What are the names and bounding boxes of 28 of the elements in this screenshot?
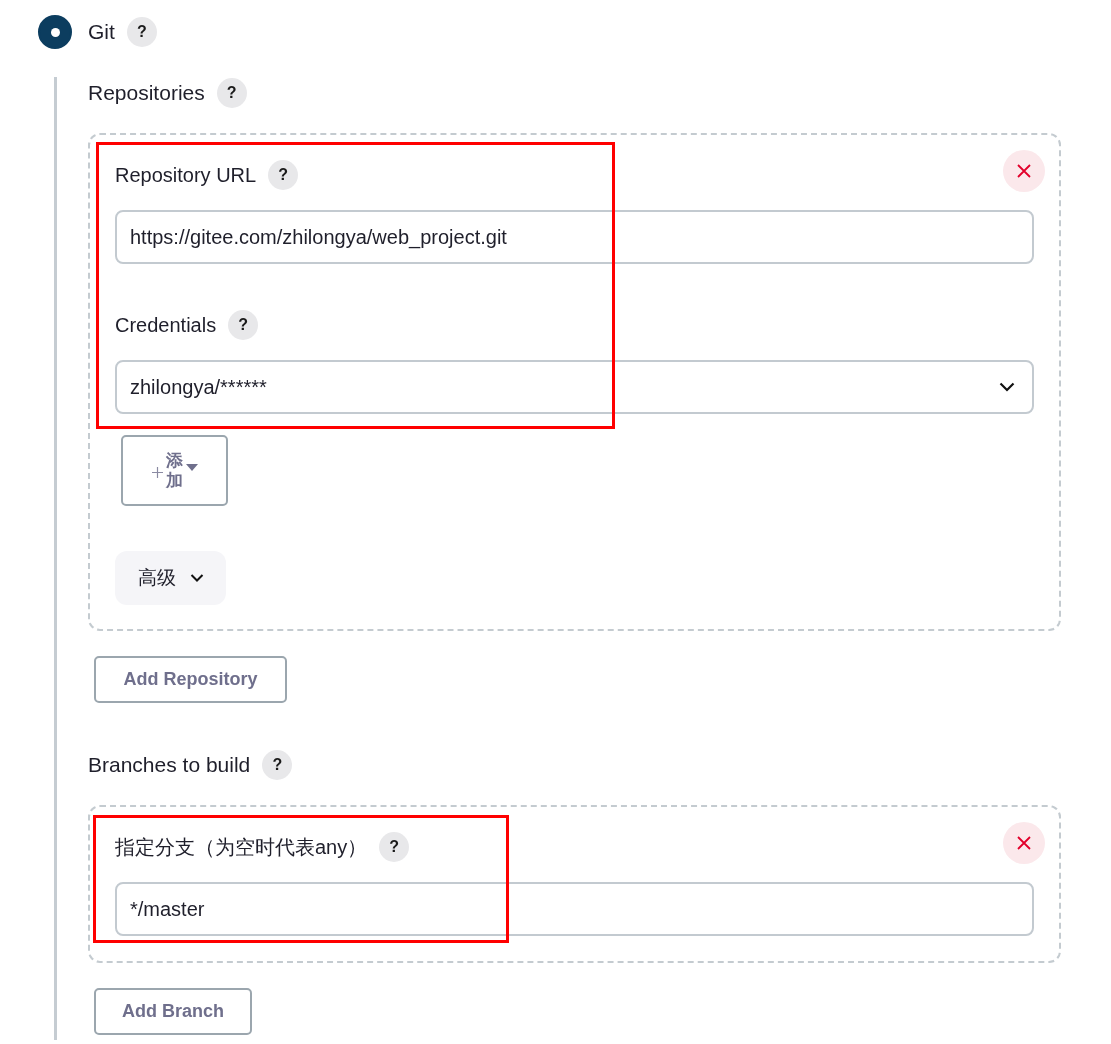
- remove-button[interactable]: [1003, 822, 1045, 864]
- caret-down-icon: [185, 464, 198, 471]
- add-credentials-button[interactable]: 添加: [121, 435, 228, 506]
- section-label: Branches to build: [88, 753, 251, 777]
- help-button[interactable]: ?: [268, 160, 299, 190]
- help-button[interactable]: ?: [228, 310, 259, 340]
- field-label: Credentials: [115, 313, 217, 337]
- advanced-button[interactable]: 高级: [115, 551, 226, 605]
- help-button[interactable]: ?: [126, 17, 157, 47]
- help-button[interactable]: ?: [216, 78, 247, 108]
- add-branch-button[interactable]: Add Branch: [94, 988, 252, 1035]
- radio-button[interactable]: [38, 15, 72, 49]
- field-label: Repository URL: [115, 163, 257, 187]
- field-label: 指定分支（为空时代表any）: [115, 834, 368, 860]
- section-label: Repositories: [88, 81, 205, 105]
- chevron-down-icon: [999, 382, 1015, 392]
- text-input[interactable]: https://gitee.com/zhilongya/web_project.git: [115, 210, 1034, 264]
- chevron-down-icon: [189, 574, 204, 582]
- add-repository-button[interactable]: Add Repository: [94, 656, 287, 703]
- option-label: Git: [88, 20, 115, 44]
- help-button[interactable]: ?: [379, 832, 410, 862]
- close-icon: [1017, 836, 1031, 850]
- close-icon: [1017, 164, 1031, 178]
- remove-button[interactable]: [1003, 150, 1045, 192]
- text-input[interactable]: */master: [115, 882, 1034, 936]
- plus-icon: [151, 466, 163, 478]
- select-field[interactable]: zhilongya/******: [115, 360, 1034, 414]
- help-button[interactable]: ?: [262, 750, 293, 780]
